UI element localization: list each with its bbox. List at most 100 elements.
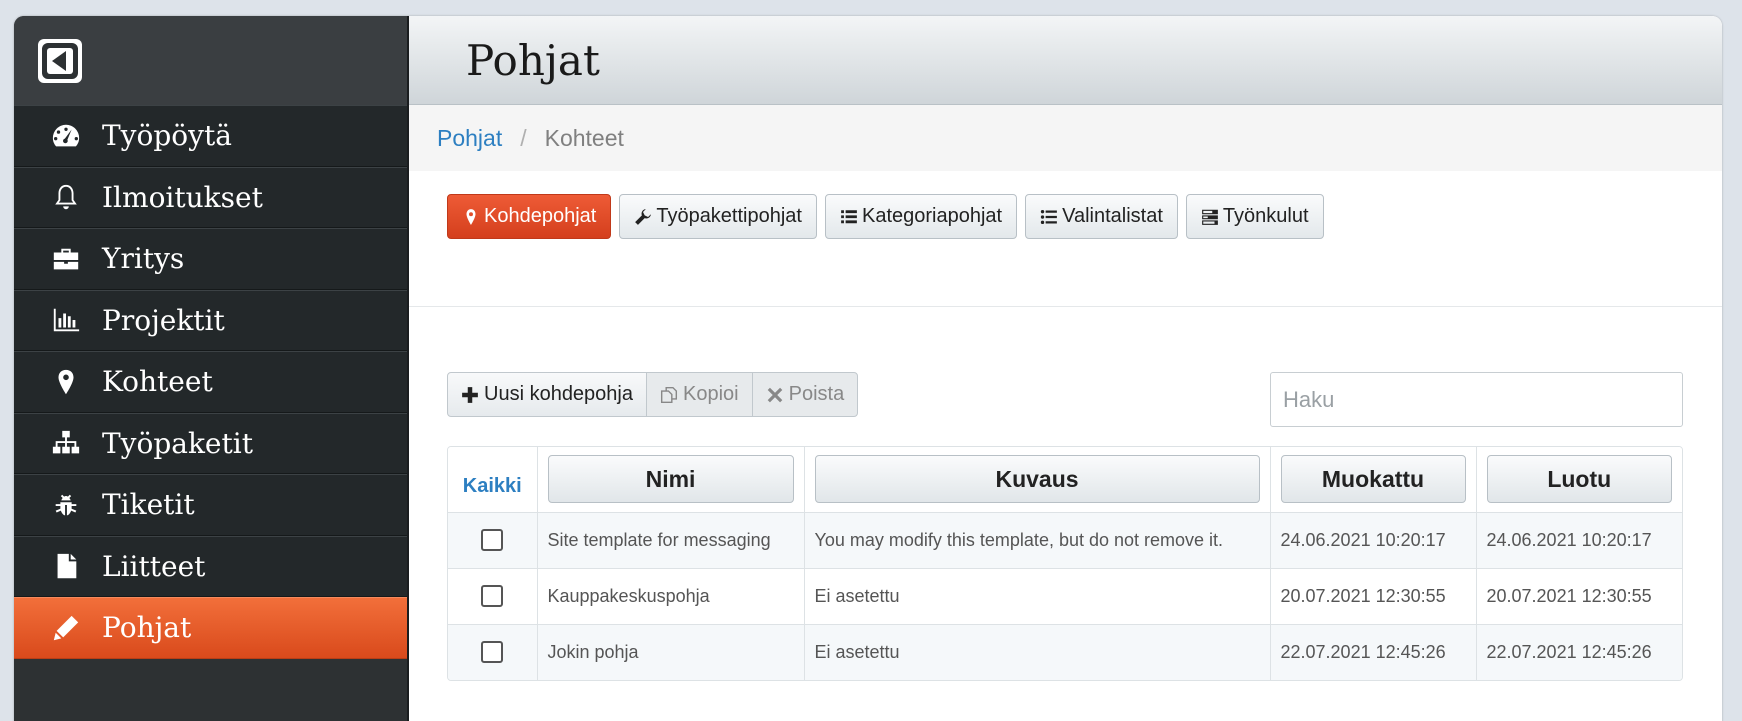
- sidebar-item-label: Työpöytä: [102, 119, 232, 153]
- sidebar-item-pohjat[interactable]: Pohjat: [14, 597, 407, 659]
- sidebar-item-yritys[interactable]: Yritys: [14, 228, 407, 290]
- sidebar-item-tyopoyta[interactable]: Työpöytä: [14, 105, 407, 167]
- sidebar-item-ilmoitukset[interactable]: Ilmoitukset: [14, 166, 407, 228]
- map-marker-icon: [46, 362, 86, 402]
- table-header-row: Kaikki Nimi Kuvaus Muokattu Luotu: [448, 447, 1682, 512]
- plus-icon: [462, 386, 478, 403]
- tab-kategoriapohjat[interactable]: Kategoriapohjat: [824, 194, 1018, 239]
- main-content: Pohjat Pohjat / Kohteet Kohdepohjat Työp…: [409, 16, 1722, 721]
- row-checkbox[interactable]: [481, 585, 504, 608]
- caret-left-square-icon: [42, 42, 78, 79]
- sitemap-icon: [46, 423, 86, 463]
- template-tabs: Kohdepohjat Työpakettipohjat Kategoriapo…: [447, 194, 1324, 239]
- close-icon: [767, 387, 782, 402]
- sort-by-name-button[interactable]: Nimi: [547, 455, 794, 504]
- breadcrumb: Pohjat / Kohteet: [409, 105, 1722, 171]
- row-select-cell: [448, 512, 538, 568]
- sidebar-item-liitteet[interactable]: Liitteet: [14, 535, 407, 597]
- sidebar-item-tiketit[interactable]: Tiketit: [14, 474, 407, 536]
- search-input[interactable]: [1270, 372, 1683, 427]
- tab-tyonkulut[interactable]: Työnkulut: [1185, 194, 1324, 239]
- cell-modified: 20.07.2021 12:30:55: [1270, 568, 1477, 624]
- sidebar-item-kohteet[interactable]: Kohteet: [14, 351, 407, 413]
- tab-kohdepohjat[interactable]: Kohdepohjat: [447, 194, 612, 239]
- sidebar-item-label: Kohteet: [102, 365, 213, 399]
- sidebar-item-label: Ilmoitukset: [102, 180, 263, 214]
- row-select-cell: [448, 624, 538, 680]
- row-checkbox[interactable]: [481, 641, 504, 664]
- sidebar-item-label: Liitteet: [102, 549, 206, 583]
- sidebar-item-label: Tiketit: [102, 488, 195, 522]
- cell-modified: 22.07.2021 12:45:26: [1270, 624, 1477, 680]
- copy-button[interactable]: Kopioi: [646, 372, 753, 417]
- new-template-button[interactable]: Uusi kohdepohja: [447, 372, 647, 417]
- copy-icon: [660, 386, 678, 403]
- sidebar-nav: Työpöytä Ilmoitukset Yritys Projektit Ko…: [14, 105, 407, 659]
- map-marker-icon: [466, 208, 476, 225]
- cell-description: Ei asetettu: [804, 568, 1271, 624]
- cell-name: Kauppakeskuspohja: [537, 568, 805, 624]
- app-window: Työpöytä Ilmoitukset Yritys Projektit Ko…: [14, 16, 1722, 721]
- new-template-label: Uusi kohdepohja: [484, 383, 633, 405]
- collapse-sidebar-button[interactable]: [38, 38, 82, 83]
- wrench-icon: [635, 208, 652, 225]
- sidebar-item-label: Pohjat: [102, 611, 192, 645]
- sort-by-description-button[interactable]: Kuvaus: [814, 455, 1260, 504]
- column-header-muokattu: Muokattu: [1270, 447, 1477, 512]
- page-title: Pohjat: [466, 35, 600, 85]
- breadcrumb-current: Kohteet: [544, 124, 624, 151]
- sidebar: Työpöytä Ilmoitukset Yritys Projektit Ko…: [14, 16, 409, 721]
- tab-label: Työnkulut: [1222, 205, 1309, 227]
- select-all-link[interactable]: Kaikki: [448, 447, 538, 512]
- table-toolbar: Uusi kohdepohja Kopioi Poista: [447, 372, 859, 417]
- tab-label: Kohdepohjat: [484, 205, 597, 227]
- sidebar-item-label: Projektit: [102, 303, 225, 337]
- sidebar-item-tyopaketit[interactable]: Työpaketit: [14, 412, 407, 474]
- cell-created: 20.07.2021 12:30:55: [1486, 585, 1652, 606]
- list-icon: [841, 209, 857, 223]
- briefcase-icon: [46, 239, 86, 279]
- cell-name: Jokin pohja: [537, 624, 805, 680]
- cell-created: 22.07.2021 12:45:26: [1486, 641, 1652, 662]
- delete-button[interactable]: Poista: [751, 372, 859, 417]
- table-row[interactable]: Jokin pohja Ei asetettu 22.07.2021 12:45…: [448, 624, 1682, 680]
- sidebar-header: [14, 16, 407, 105]
- row-checkbox[interactable]: [481, 529, 504, 552]
- column-header-kuvaus: Kuvaus: [804, 447, 1271, 512]
- row-select-cell: [448, 568, 538, 624]
- bug-icon: [46, 485, 86, 525]
- tab-label: Valintalistat: [1062, 205, 1163, 227]
- column-header-luotu: Luotu: [1476, 447, 1682, 512]
- tab-valintalistat[interactable]: Valintalistat: [1025, 194, 1178, 239]
- tab-label: Kategoriapohjat: [861, 205, 1003, 227]
- templates-table: Kaikki Nimi Kuvaus Muokattu Luotu Site t…: [447, 446, 1683, 681]
- cell-name: Site template for messaging: [537, 512, 805, 568]
- pencil-icon: [46, 608, 86, 648]
- copy-label: Kopioi: [683, 383, 739, 405]
- sort-by-created-button[interactable]: Luotu: [1486, 455, 1672, 504]
- tab-tyopakettipohjat[interactable]: Työpakettipohjat: [619, 194, 817, 239]
- table-row[interactable]: Kauppakeskuspohja Ei asetettu 20.07.2021…: [448, 568, 1682, 624]
- dashboard-icon: [46, 116, 86, 156]
- breadcrumb-link-pohjat[interactable]: Pohjat: [437, 125, 502, 152]
- sort-by-modified-button[interactable]: Muokattu: [1280, 455, 1466, 504]
- page-header: Pohjat: [409, 16, 1722, 105]
- cell-description: Ei asetettu: [804, 624, 1271, 680]
- sidebar-item-projektit[interactable]: Projektit: [14, 289, 407, 351]
- bar-chart-icon: [46, 300, 86, 340]
- bell-icon: [46, 177, 86, 217]
- breadcrumb-separator: /: [520, 124, 527, 151]
- cell-created: 24.06.2021 10:20:17: [1486, 529, 1652, 550]
- sidebar-item-label: Työpaketit: [102, 426, 253, 460]
- list-ul-icon: [1040, 209, 1057, 224]
- delete-label: Poista: [788, 383, 845, 405]
- cell-modified: 24.06.2021 10:20:17: [1270, 512, 1477, 568]
- tasks-icon: [1202, 209, 1218, 225]
- file-icon: [46, 546, 86, 586]
- table-row[interactable]: Site template for messaging You may modi…: [448, 512, 1682, 568]
- section-divider: [409, 306, 1722, 307]
- cell-description: You may modify this template, but do not…: [804, 512, 1271, 568]
- tab-label: Työpakettipohjat: [656, 205, 802, 227]
- column-header-nimi: Nimi: [537, 447, 805, 512]
- sidebar-item-label: Yritys: [102, 242, 185, 276]
